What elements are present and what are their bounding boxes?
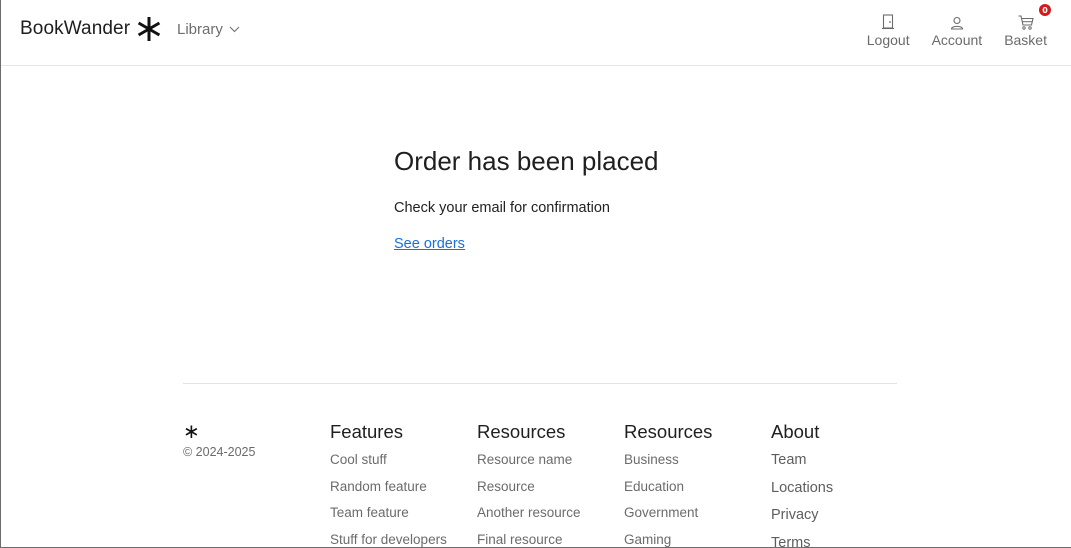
footer-link[interactable]: Resource <box>477 479 581 496</box>
chevron-down-icon <box>229 26 240 33</box>
user-icon <box>950 16 963 30</box>
top-header: BookWander Library Logout Account 0 Bask… <box>1 0 1071 66</box>
footer-link[interactable]: Resource name <box>477 452 581 469</box>
footer-link[interactable]: Privacy <box>771 507 833 524</box>
footer-column-title: Features <box>330 421 404 442</box>
brand-logo[interactable]: BookWander <box>20 16 162 42</box>
brand-name: BookWander <box>20 18 131 39</box>
header-nav: Logout Account 0 Basket <box>867 4 1051 48</box>
footer-column-title: About <box>771 421 820 442</box>
footer-link[interactable]: Team <box>771 452 833 469</box>
library-label: Library <box>177 21 223 38</box>
copyright: © 2024-2025 <box>183 445 256 459</box>
footer-link[interactable]: Education <box>624 479 712 496</box>
footer-link[interactable]: Government <box>624 505 712 522</box>
basket-button[interactable]: 0 Basket <box>1004 4 1051 48</box>
footer-column-title: Resources <box>477 421 566 442</box>
footer-link[interactable]: Terms <box>771 535 833 548</box>
footer-column-resources-2: Resources Business Education Government … <box>624 421 712 548</box>
asterisk-icon <box>137 17 161 41</box>
footer-link[interactable]: Random feature <box>330 479 447 496</box>
page-title: Order has been placed <box>394 146 659 176</box>
cart-icon <box>1018 15 1034 30</box>
footer-link[interactable]: Stuff for developers <box>330 532 447 548</box>
footer-column-features: Features Cool stuff Random feature Team … <box>330 421 447 548</box>
footer-link[interactable]: Gaming <box>624 532 712 548</box>
account-label: Account <box>931 32 983 48</box>
account-button[interactable]: Account <box>931 10 983 48</box>
footer-link[interactable]: Final resource <box>477 532 581 548</box>
logout-button[interactable]: Logout <box>867 10 910 48</box>
asterisk-icon: ∗ <box>183 421 200 443</box>
footer-column-title: Resources <box>624 421 713 442</box>
footer-divider <box>183 383 897 384</box>
basket-label: Basket <box>1004 32 1047 48</box>
footer-link[interactable]: Business <box>624 452 712 469</box>
footer-link[interactable]: Locations <box>771 480 833 497</box>
footer-column-about: About Team Locations Privacy Terms <box>771 421 833 548</box>
see-orders-link[interactable]: See orders <box>394 236 465 252</box>
door-icon <box>882 14 895 30</box>
order-confirmation: Order has been placed Check your email f… <box>394 146 659 253</box>
library-menu[interactable]: Library <box>177 21 240 38</box>
basket-count-badge: 0 <box>1039 4 1051 16</box>
footer-link[interactable]: Another resource <box>477 505 581 522</box>
logout-label: Logout <box>866 32 910 48</box>
footer-column-resources: Resources Resource name Resource Another… <box>477 421 581 548</box>
confirmation-message: Check your email for confirmation <box>394 200 610 216</box>
footer-link[interactable]: Team feature <box>330 505 447 522</box>
footer-brand: ∗ © 2024-2025 <box>183 421 256 459</box>
footer-link[interactable]: Cool stuff <box>330 452 447 469</box>
